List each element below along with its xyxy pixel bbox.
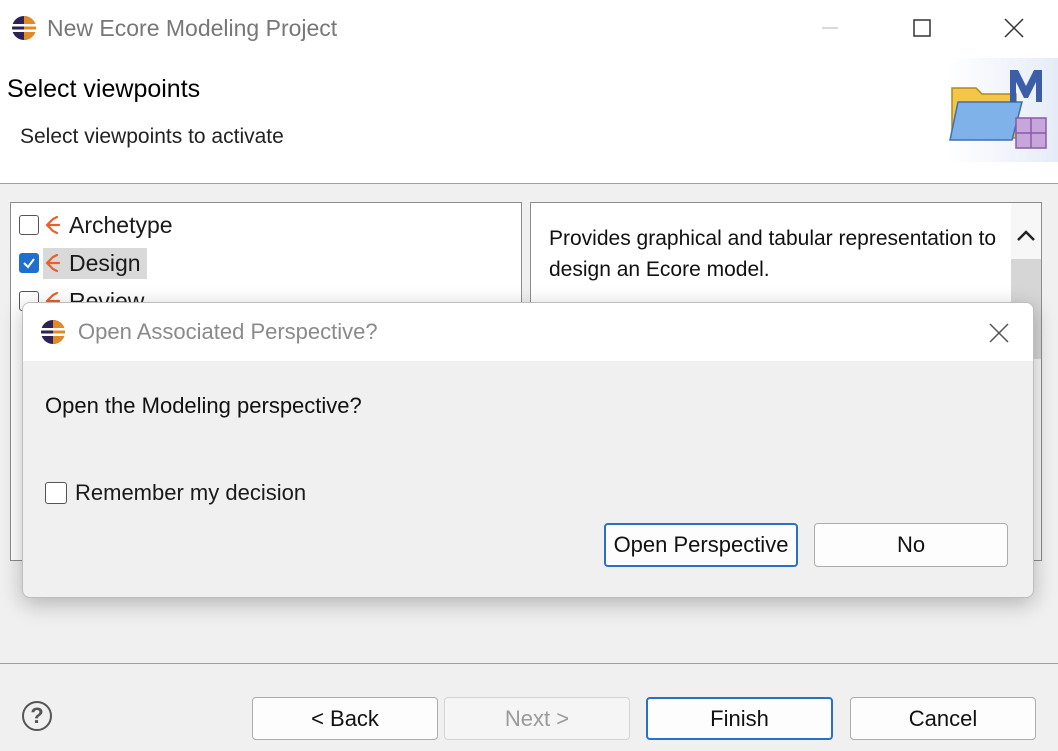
list-item-design[interactable]: Design: [19, 245, 147, 281]
cancel-button[interactable]: Cancel: [850, 697, 1036, 740]
no-button[interactable]: No: [814, 523, 1008, 567]
viewpoint-description: Provides graphical and tabular represent…: [549, 227, 997, 281]
open-perspective-button[interactable]: Open Perspective: [604, 523, 798, 567]
list-item-archetype[interactable]: Archetype: [19, 207, 179, 243]
wizard-header: Select viewpoints Select viewpoints to a…: [0, 58, 1058, 184]
viewpoint-icon: [45, 215, 61, 235]
dialog-close-icon[interactable]: [979, 315, 1019, 351]
viewpoint-icon: [45, 253, 61, 273]
close-icon[interactable]: [994, 10, 1034, 46]
checkmark-icon: [23, 258, 35, 269]
remember-decision-option[interactable]: Remember my decision: [45, 478, 306, 508]
help-icon[interactable]: ?: [22, 701, 52, 731]
open-perspective-dialog: Open Associated Perspective? Open the Mo…: [22, 302, 1034, 598]
dialog-titlebar: Open Associated Perspective?: [23, 303, 1033, 361]
dialog-title: Open Associated Perspective?: [78, 319, 378, 344]
minimize-icon[interactable]: [810, 10, 850, 46]
viewpoint-label: Archetype: [43, 210, 179, 241]
page-description: Select viewpoints to activate: [20, 125, 284, 148]
maximize-icon[interactable]: [902, 10, 942, 46]
design-checkbox[interactable]: [19, 253, 39, 273]
remember-decision-checkbox[interactable]: [45, 482, 67, 504]
modeling-project-wizard-icon: [946, 58, 1058, 162]
eclipse-icon: [12, 16, 36, 40]
viewpoint-name: Design: [69, 249, 141, 276]
next-button[interactable]: Next >: [444, 697, 630, 740]
finish-button[interactable]: Finish: [646, 697, 833, 740]
window-title: New Ecore Modeling Project: [47, 15, 338, 41]
remember-decision-label: Remember my decision: [75, 480, 307, 505]
dialog-message: Open the Modeling perspective?: [45, 393, 362, 418]
page-title: Select viewpoints: [7, 75, 201, 103]
viewpoint-label: Design: [43, 247, 147, 279]
back-button[interactable]: < Back: [252, 697, 438, 740]
archetype-checkbox[interactable]: [19, 215, 39, 235]
footer-separator: [0, 663, 1058, 664]
eclipse-icon: [41, 320, 65, 344]
scroll-up-arrow-icon[interactable]: [1015, 225, 1037, 247]
viewpoint-name: Archetype: [69, 211, 173, 238]
window-titlebar: New Ecore Modeling Project: [0, 0, 1058, 58]
